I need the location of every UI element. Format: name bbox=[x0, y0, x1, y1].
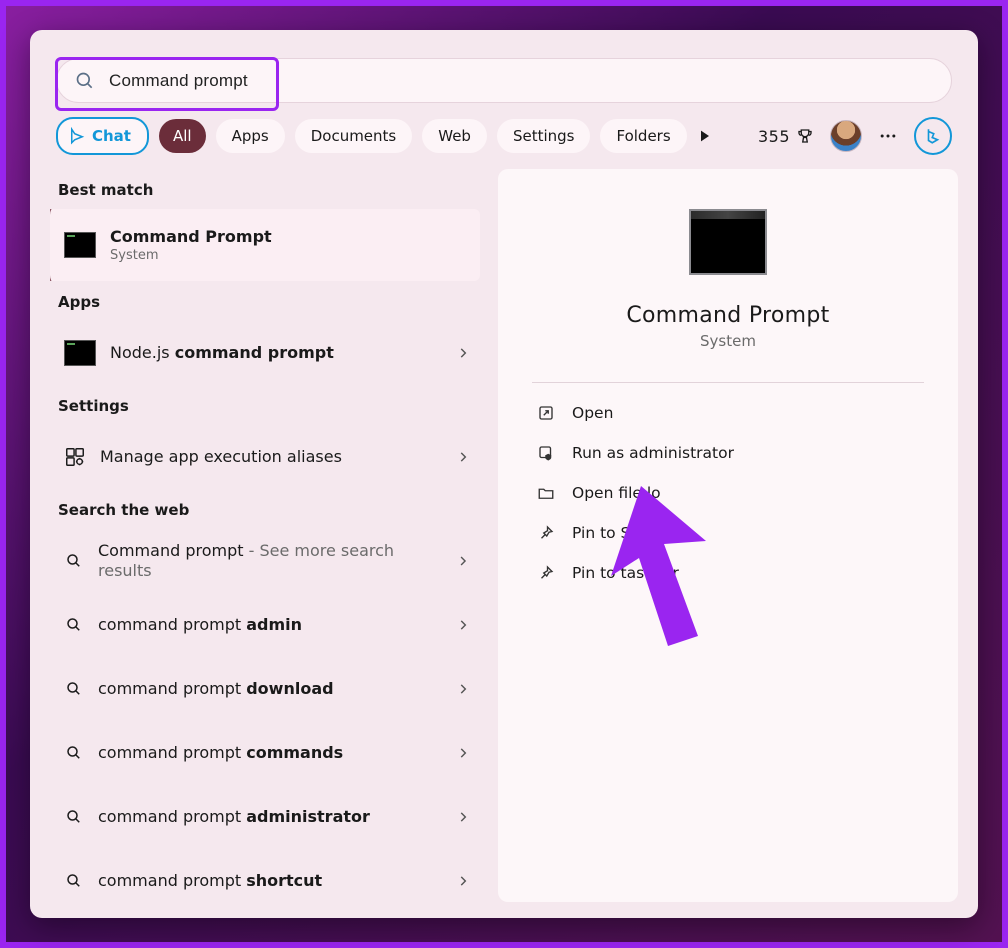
settings-result-label: Manage app execution aliases bbox=[100, 447, 442, 467]
results-body: Best match Command Prompt System Apps No… bbox=[30, 169, 978, 918]
web-result-label: command prompt download bbox=[98, 679, 442, 699]
action-pin-start[interactable]: Pin to Start bbox=[532, 513, 924, 553]
chevron-right-icon bbox=[456, 554, 470, 568]
web-result-administrator[interactable]: command prompt administrator bbox=[50, 785, 480, 849]
ellipsis-icon[interactable] bbox=[878, 126, 898, 146]
action-pin-start-label: Pin to Start bbox=[572, 524, 658, 542]
action-open-label: Open bbox=[572, 404, 613, 422]
filter-more-icon[interactable] bbox=[697, 128, 713, 144]
web-result-download[interactable]: command prompt download bbox=[50, 657, 480, 721]
web-result-shortcut[interactable]: command prompt shortcut bbox=[50, 849, 480, 902]
filter-all[interactable]: All bbox=[159, 119, 206, 153]
chevron-right-icon bbox=[456, 618, 470, 632]
web-result-label: command prompt admin bbox=[98, 615, 442, 635]
apps-heading: Apps bbox=[58, 293, 476, 311]
chevron-right-icon bbox=[456, 450, 470, 464]
results-column: Best match Command Prompt System Apps No… bbox=[50, 169, 480, 902]
search-icon bbox=[64, 871, 84, 891]
web-result-label: command prompt commands bbox=[98, 743, 442, 763]
settings-result-aliases[interactable]: Manage app execution aliases bbox=[50, 425, 480, 489]
detail-subtitle: System bbox=[700, 332, 756, 350]
web-result-commands[interactable]: command prompt commands bbox=[50, 721, 480, 785]
search-icon bbox=[64, 743, 84, 763]
filter-row: Chat All Apps Documents Web Settings Fol… bbox=[30, 117, 978, 169]
search-icon bbox=[64, 551, 84, 571]
action-run-admin[interactable]: Run as administrator bbox=[532, 433, 924, 473]
search-icon bbox=[64, 615, 84, 635]
cmd-prompt-icon bbox=[64, 232, 96, 258]
filter-folders-label: Folders bbox=[616, 127, 670, 145]
filter-web-label: Web bbox=[438, 127, 471, 145]
app-alias-icon bbox=[64, 446, 86, 468]
filter-settings[interactable]: Settings bbox=[497, 119, 591, 153]
search-icon bbox=[64, 807, 84, 827]
search-bar-container bbox=[56, 58, 952, 103]
app-result-label: Node.js command prompt bbox=[110, 343, 442, 363]
search-input[interactable] bbox=[107, 70, 933, 92]
filter-apps[interactable]: Apps bbox=[216, 119, 285, 153]
chevron-right-icon bbox=[456, 346, 470, 360]
shield-admin-icon bbox=[536, 443, 556, 463]
chevron-right-icon bbox=[456, 682, 470, 696]
web-result-label: Command prompt - See more search results bbox=[98, 541, 442, 581]
detail-title: Command Prompt bbox=[626, 303, 829, 328]
open-icon bbox=[536, 403, 556, 423]
best-match-label: Command Prompt System bbox=[110, 227, 470, 264]
web-result-label: command prompt shortcut bbox=[98, 871, 442, 891]
bing-button[interactable] bbox=[914, 117, 952, 155]
divider bbox=[532, 382, 924, 383]
filter-documents[interactable]: Documents bbox=[295, 119, 413, 153]
user-avatar[interactable] bbox=[830, 120, 862, 152]
search-box[interactable] bbox=[56, 58, 952, 103]
start-search-panel: Chat All Apps Documents Web Settings Fol… bbox=[30, 30, 978, 918]
web-result-label: command prompt administrator bbox=[98, 807, 442, 827]
pin-icon bbox=[536, 563, 556, 583]
search-icon bbox=[75, 71, 95, 91]
cmd-prompt-large-icon bbox=[689, 209, 767, 275]
cmd-prompt-icon bbox=[64, 340, 96, 366]
best-match-item[interactable]: Command Prompt System bbox=[50, 209, 480, 281]
filter-settings-label: Settings bbox=[513, 127, 575, 145]
action-open-location-label: Open file lo bbox=[572, 484, 661, 502]
points-value: 355 bbox=[758, 127, 790, 146]
filter-documents-label: Documents bbox=[311, 127, 397, 145]
pin-icon bbox=[536, 523, 556, 543]
app-result-node-cmd[interactable]: Node.js command prompt bbox=[50, 321, 480, 385]
web-result-see-more[interactable]: Command prompt - See more search results bbox=[50, 529, 480, 593]
web-heading: Search the web bbox=[58, 501, 476, 519]
action-open-location[interactable]: Open file lo bbox=[532, 473, 924, 513]
action-run-admin-label: Run as administrator bbox=[572, 444, 734, 462]
trophy-icon bbox=[796, 127, 814, 145]
chat-label: Chat bbox=[92, 127, 131, 145]
settings-heading: Settings bbox=[58, 397, 476, 415]
chevron-right-icon bbox=[456, 874, 470, 888]
chevron-right-icon bbox=[456, 746, 470, 760]
detail-pane: Command Prompt System Open Run as admini… bbox=[498, 169, 958, 902]
action-open[interactable]: Open bbox=[532, 393, 924, 433]
best-match-heading: Best match bbox=[58, 181, 476, 199]
bing-icon bbox=[924, 127, 942, 145]
filter-all-label: All bbox=[173, 127, 192, 145]
action-pin-taskbar[interactable]: Pin to taskbar bbox=[532, 553, 924, 593]
web-result-admin[interactable]: command prompt admin bbox=[50, 593, 480, 657]
rewards-points[interactable]: 355 bbox=[758, 127, 814, 146]
filter-web[interactable]: Web bbox=[422, 119, 487, 153]
chat-pill[interactable]: Chat bbox=[56, 117, 149, 155]
folder-icon bbox=[536, 483, 556, 503]
filter-apps-label: Apps bbox=[232, 127, 269, 145]
action-pin-taskbar-label: Pin to taskbar bbox=[572, 564, 679, 582]
filter-folders[interactable]: Folders bbox=[600, 119, 686, 153]
search-icon bbox=[64, 679, 84, 699]
bing-chat-icon bbox=[68, 127, 86, 145]
chevron-right-icon bbox=[456, 810, 470, 824]
